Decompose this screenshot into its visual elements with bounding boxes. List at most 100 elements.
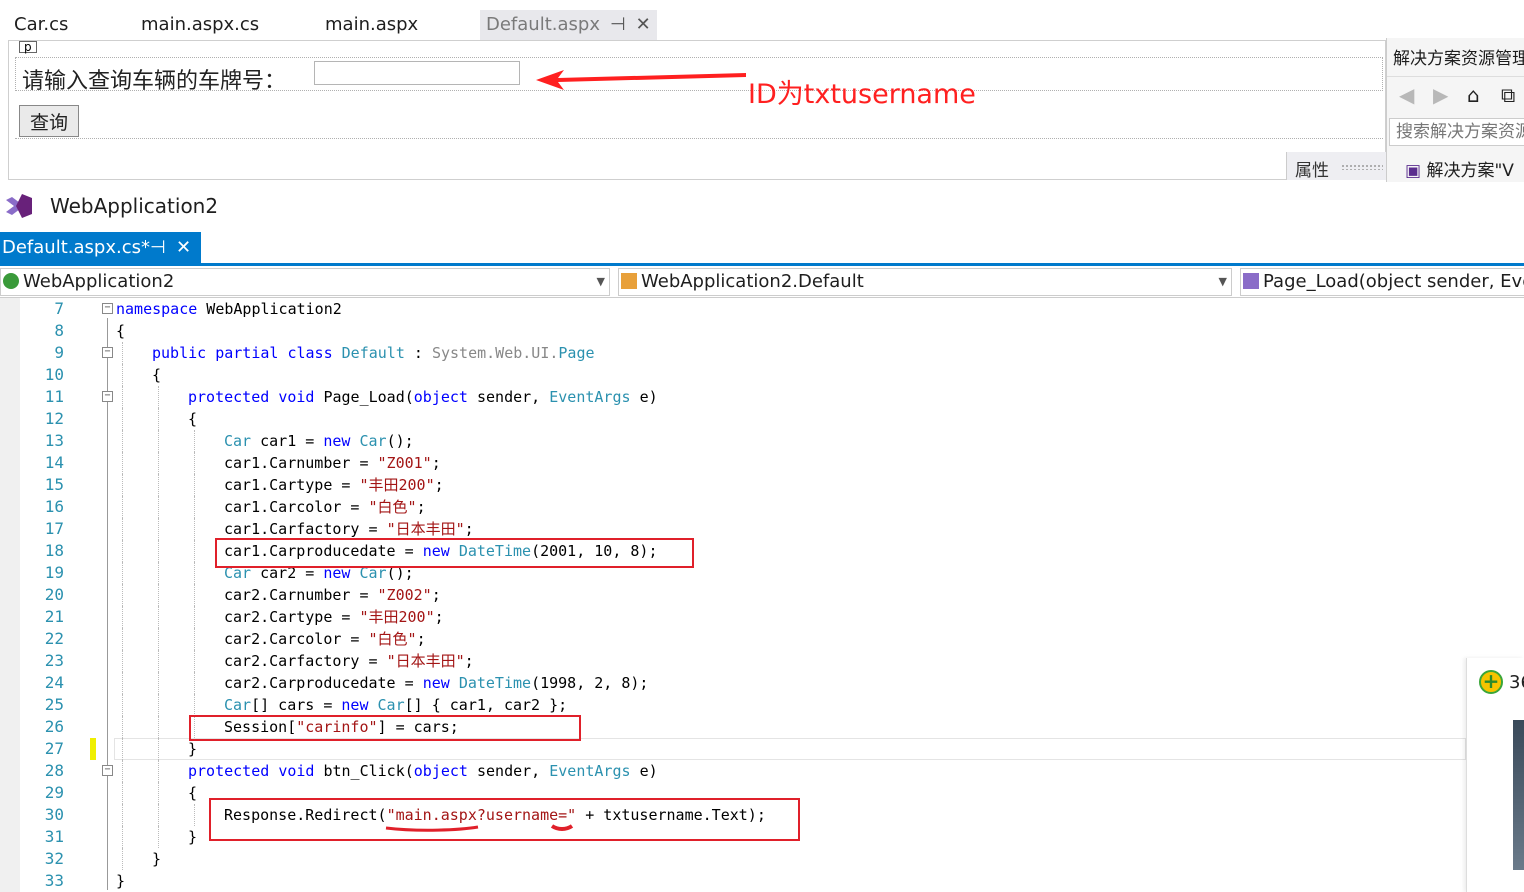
- code-line[interactable]: 10 {: [0, 364, 1466, 386]
- indent-guide: [194, 540, 195, 562]
- indent-guide: [158, 672, 159, 694]
- code-text: }: [152, 850, 162, 868]
- code-text: protected void Page_Load(object sender, …: [188, 388, 658, 406]
- indent-guide: [122, 716, 123, 738]
- code-line[interactable]: 24 car2.Carproducedate = new DateTime(199…: [0, 672, 1466, 694]
- indent-guide: [158, 760, 159, 782]
- member-dropdown[interactable]: Page_Load(object sender, Eve: [1240, 268, 1524, 296]
- properties-label: 属性: [1295, 161, 1329, 181]
- thumbnail-image: [1513, 720, 1524, 870]
- p-tag-marker: p: [19, 41, 37, 53]
- code-line[interactable]: 25 Car[] cars = new Car[] { car1, car2 };: [0, 694, 1466, 716]
- indent-guide: [158, 782, 159, 804]
- username-textbox[interactable]: [314, 61, 520, 85]
- line-number: 21: [44, 607, 64, 626]
- code-line[interactable]: 16 car1.Carcolor = "白色";: [0, 496, 1466, 518]
- indent-guide: [194, 804, 195, 826]
- indent-guide: [122, 760, 123, 782]
- close-icon[interactable]: ✕: [636, 14, 651, 35]
- line-number: 27: [44, 739, 64, 758]
- code-line[interactable]: 27}: [0, 738, 1466, 760]
- floating-widget[interactable]: + 36: [1466, 658, 1524, 892]
- indent-guide: [158, 386, 159, 408]
- line-number: 24: [44, 673, 64, 692]
- tab-default-aspx-cs[interactable]: Default.aspx.cs* ⊣ ✕: [0, 232, 201, 263]
- solution-search-input[interactable]: 搜索解决方案资源: [1389, 118, 1524, 146]
- indent-guide: [122, 430, 123, 452]
- back-icon[interactable]: ◀: [1399, 83, 1414, 107]
- indent-guide: [122, 496, 123, 518]
- indent-guide: [194, 452, 195, 474]
- line-number: 17: [44, 519, 64, 538]
- code-line[interactable]: 11 − protected void Page_Load(object sende…: [0, 386, 1466, 408]
- indent-guide: [122, 562, 123, 584]
- collapse-icon[interactable]: −: [102, 303, 113, 314]
- close-icon[interactable]: ✕: [176, 232, 191, 263]
- solution-tree-item[interactable]: ▣ 解决方案"V: [1405, 156, 1514, 181]
- member-dropdown-value: Page_Load(object sender, Eve: [1263, 271, 1524, 292]
- tab-default-aspx[interactable]: Default.aspx ⊣ ✕: [480, 10, 657, 40]
- collapse-icon[interactable]: −: [102, 391, 113, 402]
- pin-icon[interactable]: ⊣: [610, 14, 626, 35]
- class-dropdown[interactable]: WebApplication2.Default ▼: [618, 268, 1232, 296]
- code-line[interactable]: 12 {: [0, 408, 1466, 430]
- code-line[interactable]: 13 Car car1 = new Car();: [0, 430, 1466, 452]
- highlight-box-datetime: [215, 538, 694, 568]
- solution-toolbar: ◀ ▶ ⌂ ⧉: [1387, 76, 1524, 112]
- code-text: }: [188, 740, 198, 758]
- indent-guide: [158, 584, 159, 606]
- indent-guide: [158, 562, 159, 584]
- collapse-icon[interactable]: −: [102, 765, 113, 776]
- sync-icon[interactable]: ⧉: [1501, 83, 1515, 107]
- query-button[interactable]: 查询: [19, 105, 79, 137]
- home-icon[interactable]: ⌂: [1467, 83, 1480, 107]
- code-line[interactable]: 8{: [0, 320, 1466, 342]
- indent-guide: [158, 474, 159, 496]
- indent-guide: [122, 782, 123, 804]
- collapse-icon[interactable]: −: [102, 347, 113, 358]
- code-editor[interactable]: 7− namespace WebApplication2 8{9− public pa…: [0, 298, 1524, 892]
- plus-icon[interactable]: +: [1479, 670, 1503, 694]
- project-dropdown[interactable]: WebApplication2 ▼: [0, 268, 610, 296]
- tab-label: Default.aspx: [486, 14, 600, 35]
- code-line[interactable]: 32}: [0, 848, 1466, 870]
- properties-tab[interactable]: 属性: [1286, 152, 1386, 181]
- code-line[interactable]: 23 car2.Carfactory = "日本丰田";: [0, 650, 1466, 672]
- tab-main-aspx-cs[interactable]: main.aspx.cs: [141, 10, 259, 40]
- code-text: namespace WebApplication2: [116, 300, 342, 318]
- indent-guide: [158, 650, 159, 672]
- indent-guide: [122, 540, 123, 562]
- code-tab-strip: Default.aspx.cs* ⊣ ✕: [0, 232, 1524, 266]
- project-title: WebApplication2: [50, 194, 219, 218]
- code-line[interactable]: 17 car1.Carfactory = "日本丰田";: [0, 518, 1466, 540]
- indent-guide: [158, 408, 159, 430]
- code-line[interactable]: 21 car2.Cartype = "丰田200";: [0, 606, 1466, 628]
- code-line[interactable]: 28 − protected void btn_Click(object sende…: [0, 760, 1466, 782]
- tab-main-aspx[interactable]: main.aspx: [325, 10, 418, 40]
- code-line[interactable]: 15 car1.Cartype = "丰田200";: [0, 474, 1466, 496]
- solution-explorer: 解决方案资源管理 ◀ ▶ ⌂ ⧉ 搜索解决方案资源 ▣ 解决方案"V: [1386, 38, 1524, 182]
- line-number: 19: [44, 563, 64, 582]
- code-line[interactable]: 7 − namespace WebApplication2: [0, 298, 1466, 320]
- solution-icon: ▣: [1405, 161, 1422, 181]
- code-text: Car car1 = new Car();: [224, 432, 414, 450]
- pin-icon[interactable]: ⊣: [150, 232, 166, 263]
- indent-guide: [122, 694, 123, 716]
- document-tab-strip: Car.cs main.aspx.cs main.aspx Default.as…: [0, 0, 1524, 40]
- indent-guide: [194, 650, 195, 672]
- indent-guide: [194, 584, 195, 606]
- indent-guide: [122, 848, 123, 870]
- code-line[interactable]: 14 car1.Carnumber = "Z001";: [0, 452, 1466, 474]
- code-line[interactable]: 20 car2.Carnumber = "Z002";: [0, 584, 1466, 606]
- code-line[interactable]: 22 car2.Carcolor = "白色";: [0, 628, 1466, 650]
- code-text: }: [116, 872, 126, 890]
- widget-number: 36: [1509, 672, 1524, 693]
- forward-icon[interactable]: ▶: [1433, 83, 1448, 107]
- code-line[interactable]: 33}: [0, 870, 1466, 892]
- line-number: 32: [44, 849, 64, 868]
- tab-car-cs[interactable]: Car.cs: [14, 10, 68, 40]
- code-line[interactable]: 9 − public partial class Default : System.…: [0, 342, 1466, 364]
- line-number: 13: [44, 431, 64, 450]
- line-number: 23: [44, 651, 64, 670]
- class-dropdown-value: WebApplication2.Default: [641, 271, 864, 292]
